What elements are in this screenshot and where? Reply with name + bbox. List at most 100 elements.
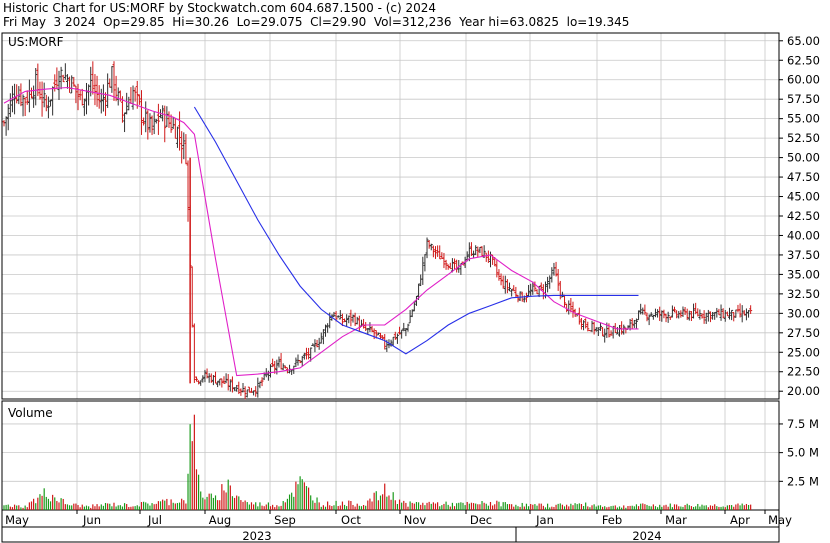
price-bar — [730, 309, 734, 321]
price-bar — [175, 126, 179, 148]
price-bar — [744, 308, 748, 321]
price-bar — [353, 312, 357, 326]
price-bar — [448, 262, 452, 270]
month-tick-label: Jan — [535, 513, 554, 527]
price-tick-label: 62.50 — [787, 53, 820, 67]
price-bar — [42, 82, 46, 108]
price-bar — [577, 307, 581, 325]
price-bar — [427, 240, 431, 249]
price-tick-label: 20.00 — [787, 384, 820, 398]
price-bar — [230, 376, 234, 393]
price-bar — [444, 259, 448, 270]
price-bar — [163, 105, 167, 143]
volume-panel-frame — [1, 400, 780, 511]
price-bar — [93, 74, 97, 106]
month-tick-label: Mar — [665, 513, 687, 527]
price-tick-label: 40.00 — [787, 228, 820, 242]
price-bar — [228, 379, 232, 392]
price-bar — [214, 371, 218, 384]
price-bar — [199, 380, 203, 386]
month-tick-label: May — [768, 513, 792, 527]
price-bar — [224, 373, 228, 384]
price-bar — [84, 82, 88, 115]
price-tick-label: 50.00 — [787, 151, 820, 165]
price-bar — [696, 308, 700, 317]
price-bar — [685, 308, 689, 320]
price-bar — [670, 305, 674, 318]
price-tick-label: 32.50 — [787, 287, 820, 301]
price-bar — [571, 301, 575, 318]
price-bar — [68, 76, 72, 93]
year-label-2024: 2024 — [632, 529, 661, 543]
price-bar — [304, 347, 308, 360]
price-bar — [27, 79, 31, 113]
price-bar — [184, 134, 188, 165]
price-bar — [324, 324, 328, 337]
price-bar — [226, 374, 230, 391]
price-bar — [23, 97, 27, 116]
price-bar — [173, 118, 177, 139]
price-bar — [313, 339, 317, 353]
price-bar — [668, 316, 672, 321]
price-bar — [182, 132, 186, 160]
price-bar — [505, 279, 509, 294]
price-tick-label: 45.00 — [787, 190, 820, 204]
price-bar — [391, 336, 395, 346]
price-bar — [552, 262, 556, 276]
volume-tick-label: 5.0 M — [787, 446, 819, 460]
price-bar — [698, 309, 702, 320]
price-bar — [516, 295, 520, 303]
price-bar — [406, 323, 410, 332]
price-bar — [518, 291, 522, 302]
price-bar — [197, 380, 201, 385]
price-bar — [689, 311, 693, 322]
price-bar — [171, 117, 175, 130]
price-bar — [433, 246, 437, 259]
price-tick-label: 37.50 — [787, 248, 820, 262]
price-bar — [112, 61, 116, 101]
price-bar — [201, 375, 205, 383]
price-bar — [277, 356, 281, 368]
price-bar — [364, 322, 368, 332]
volume-bars — [3, 414, 752, 510]
price-bar — [72, 76, 76, 87]
price-bar — [82, 98, 86, 116]
price-bar — [156, 103, 160, 135]
price-bars — [2, 61, 753, 400]
price-bar — [584, 318, 588, 329]
price-bar — [501, 275, 505, 289]
price-bar — [152, 112, 156, 135]
price-bar — [137, 94, 141, 105]
price-bar — [398, 326, 402, 335]
price-bar — [319, 332, 323, 344]
price-bar — [495, 260, 499, 278]
price-tick-label: 57.50 — [787, 92, 820, 106]
price-bar — [421, 256, 425, 285]
price-bar — [692, 303, 696, 319]
price-bar — [453, 258, 457, 270]
price-tick-label: 30.00 — [787, 306, 820, 320]
price-bar — [514, 286, 518, 297]
price-bar — [44, 94, 48, 112]
price-bar — [129, 87, 133, 105]
price-bar — [560, 291, 564, 298]
month-tick-label: Dec — [470, 513, 492, 527]
month-tick-label: Oct — [341, 513, 361, 527]
month-tick-label: Jul — [147, 513, 162, 527]
price-bar — [508, 282, 512, 292]
price-tick-label: 42.50 — [787, 209, 820, 223]
price-bar — [653, 308, 657, 318]
price-bar — [101, 84, 105, 112]
price-bar — [736, 304, 740, 313]
price-bar — [269, 364, 273, 378]
moving-average-lines — [3, 86, 639, 377]
price-bar — [499, 273, 503, 286]
price-bar — [579, 317, 583, 330]
price-bar — [55, 67, 59, 90]
price-tick-label: 65.00 — [787, 34, 820, 48]
price-bar — [590, 320, 594, 333]
price-bar — [165, 106, 169, 127]
price-bar — [484, 252, 488, 262]
month-tick-label: Nov — [404, 513, 427, 527]
year-label-2023: 2023 — [242, 529, 271, 543]
